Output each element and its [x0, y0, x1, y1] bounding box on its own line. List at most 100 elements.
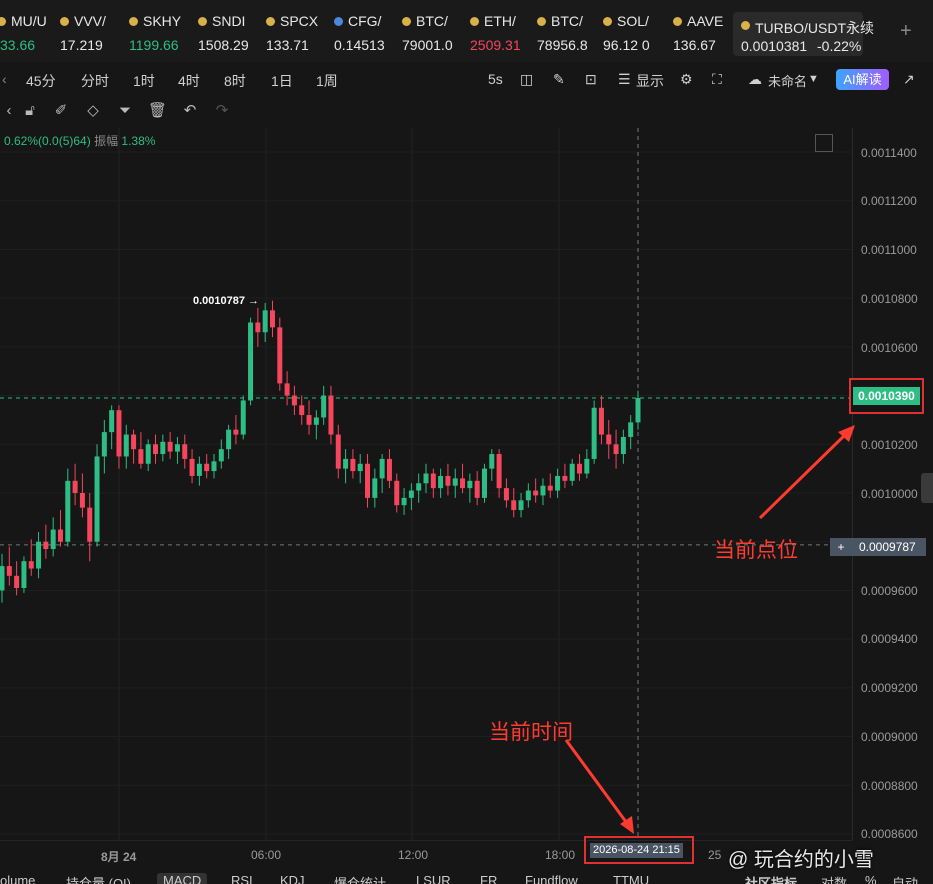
redo-icon[interactable]: ↷ — [213, 102, 231, 120]
lock-icon[interactable]: 🔓︎ — [21, 102, 39, 120]
add-indicator-icon[interactable]: ⊡ — [585, 71, 597, 88]
coin-icon — [603, 17, 612, 26]
add-tab-button[interactable]: + — [900, 20, 912, 43]
interval-1d[interactable]: 1日 — [271, 71, 293, 91]
coin-icon — [60, 17, 69, 26]
refresh-interval[interactable]: 5s — [488, 71, 503, 87]
ticker-tab[interactable]: AAVE 136.67 — [673, 10, 737, 54]
ticker-tab[interactable]: VVV/17.219 — [60, 10, 124, 54]
ticker-tab[interactable]: SNDI 1508.29 — [198, 10, 262, 54]
ticker-tab[interactable]: SOL/96.12 0 — [603, 10, 667, 54]
ticker-tab[interactable]: ETH/2509.31 — [470, 10, 534, 54]
candle-body — [182, 444, 188, 459]
tab-oi[interactable]: 持仓量 (OI) — [66, 873, 131, 884]
price-axis-label: 0.0009400 — [861, 632, 918, 646]
undo-icon[interactable]: ↶ — [181, 102, 199, 120]
fullscreen-icon[interactable]: ⛶ — [712, 71, 722, 88]
tab-rsi[interactable]: RSI — [231, 873, 253, 884]
filter-icon[interactable]: ⏷ — [116, 102, 134, 120]
ticker-tab[interactable]: MU/U 33.66 — [0, 10, 64, 54]
candlestick-chart[interactable] — [0, 128, 852, 840]
amplitude-label: 振幅 — [94, 134, 119, 148]
interval-8h[interactable]: 8时 — [224, 71, 246, 91]
candle-body — [277, 327, 283, 384]
ticker-tab[interactable]: SPCX 133.71 — [266, 10, 330, 54]
expand-icon[interactable] — [815, 134, 833, 152]
candle-body — [79, 493, 85, 508]
price-axis-label: 0.0008800 — [861, 779, 918, 793]
tab-log[interactable]: 对数 — [821, 873, 847, 884]
price-chart[interactable] — [0, 128, 852, 840]
ticker-price: 79001.0 — [402, 37, 453, 53]
tab-liquidation[interactable]: 爆仓统计 — [334, 873, 386, 884]
ai-interpret-button[interactable]: AI解读 — [836, 69, 889, 90]
tab-macd[interactable]: MACD — [157, 873, 208, 884]
interval-4h[interactable]: 4时 — [178, 71, 200, 91]
ticker-tab[interactable]: CFG/0.14513 — [334, 10, 398, 54]
candle-body — [101, 432, 107, 457]
ticker-tab[interactable]: BTC/78956.8 — [537, 10, 601, 54]
cloud-icon[interactable]: ☁ — [748, 71, 762, 88]
tab-volume[interactable]: olume — [0, 873, 35, 884]
tab-ttmu[interactable]: TTMU — [613, 873, 649, 884]
crosshair-plus-icon[interactable]: + — [830, 538, 852, 556]
candle-body — [365, 463, 371, 498]
candle-body — [372, 478, 378, 498]
settings-icon[interactable]: ⚙ — [680, 71, 693, 88]
tab-lsur[interactable]: LSUR — [416, 873, 451, 884]
interval-1h[interactable]: 1时 — [133, 71, 155, 91]
tab-percent[interactable]: % — [865, 873, 877, 884]
chevron-left-icon[interactable]: ‹ — [0, 102, 18, 120]
layout-name[interactable]: 未命名 — [768, 71, 807, 90]
price-axis-label: 0.0010600 — [861, 341, 918, 355]
price-axis-label: 0.0008600 — [861, 827, 918, 841]
display-button[interactable]: 显示 — [636, 71, 664, 91]
tab-community[interactable]: 社区指标 — [745, 873, 797, 884]
candle-body — [306, 415, 312, 425]
tab-fr[interactable]: FR — [480, 873, 497, 884]
ticker-symbol: CFG/ — [348, 13, 382, 29]
candle-body — [36, 541, 42, 569]
candle-body — [189, 458, 195, 476]
trash-icon[interactable]: 🗑︎ — [148, 102, 167, 120]
pen-icon[interactable]: ✎ — [553, 71, 565, 88]
crosshair-time-tag: 2026-08-24 21:15 — [584, 836, 694, 864]
candle-body — [138, 449, 144, 464]
chevron-down-icon[interactable]: ▼ — [808, 73, 819, 85]
list-icon[interactable]: ☰ — [618, 71, 631, 88]
tab-auto[interactable]: 自动 — [892, 873, 918, 884]
candle-body — [474, 480, 480, 498]
ticker-price: 2509.31 — [470, 37, 521, 53]
side-panel-handle[interactable] — [921, 473, 933, 503]
candle-body — [423, 473, 429, 484]
candle-body — [94, 456, 100, 542]
candle-body — [606, 434, 612, 445]
candle-body — [416, 483, 422, 491]
tag-icon[interactable]: ◇ — [84, 102, 102, 120]
tab-active-ticker[interactable]: TURBO/USDT永续 0.0010381 -0.22% — [733, 12, 874, 56]
candle-body — [145, 444, 151, 464]
share-icon[interactable]: ↗ — [903, 71, 915, 88]
ticker-symbol: MU/U — [11, 13, 47, 29]
ticker-price: 136.67 — [673, 37, 716, 53]
ticker-tab[interactable]: SKHY 1199.66 — [129, 10, 193, 54]
time-label: 25 — [708, 848, 722, 862]
back-chevron-icon[interactable]: ‹ — [2, 71, 7, 87]
ticker-symbol: AAVE — [687, 13, 724, 29]
ticker-tab[interactable]: BTC/79001.0 — [402, 10, 466, 54]
tab-fundflow[interactable]: Fundflow — [525, 873, 578, 884]
candle-body — [555, 475, 561, 491]
ticker-symbol: SPCX — [280, 13, 319, 29]
price-axis-label: 0.0009000 — [861, 730, 918, 744]
candle-body — [598, 407, 604, 435]
candle-body — [204, 463, 210, 472]
camera-icon[interactable]: ◫ — [520, 71, 533, 88]
coin-icon — [266, 17, 275, 26]
interval-timeline[interactable]: 分时 — [81, 71, 109, 91]
interval-1w[interactable]: 1周 — [316, 71, 338, 91]
edit-note-icon[interactable]: ✐ — [52, 102, 70, 120]
candle-body — [481, 468, 487, 498]
tab-kdj[interactable]: KDJ — [280, 873, 305, 884]
watermark: @ 玩合约的小雪 — [728, 849, 874, 871]
interval-45m[interactable]: 45分 — [26, 71, 56, 91]
